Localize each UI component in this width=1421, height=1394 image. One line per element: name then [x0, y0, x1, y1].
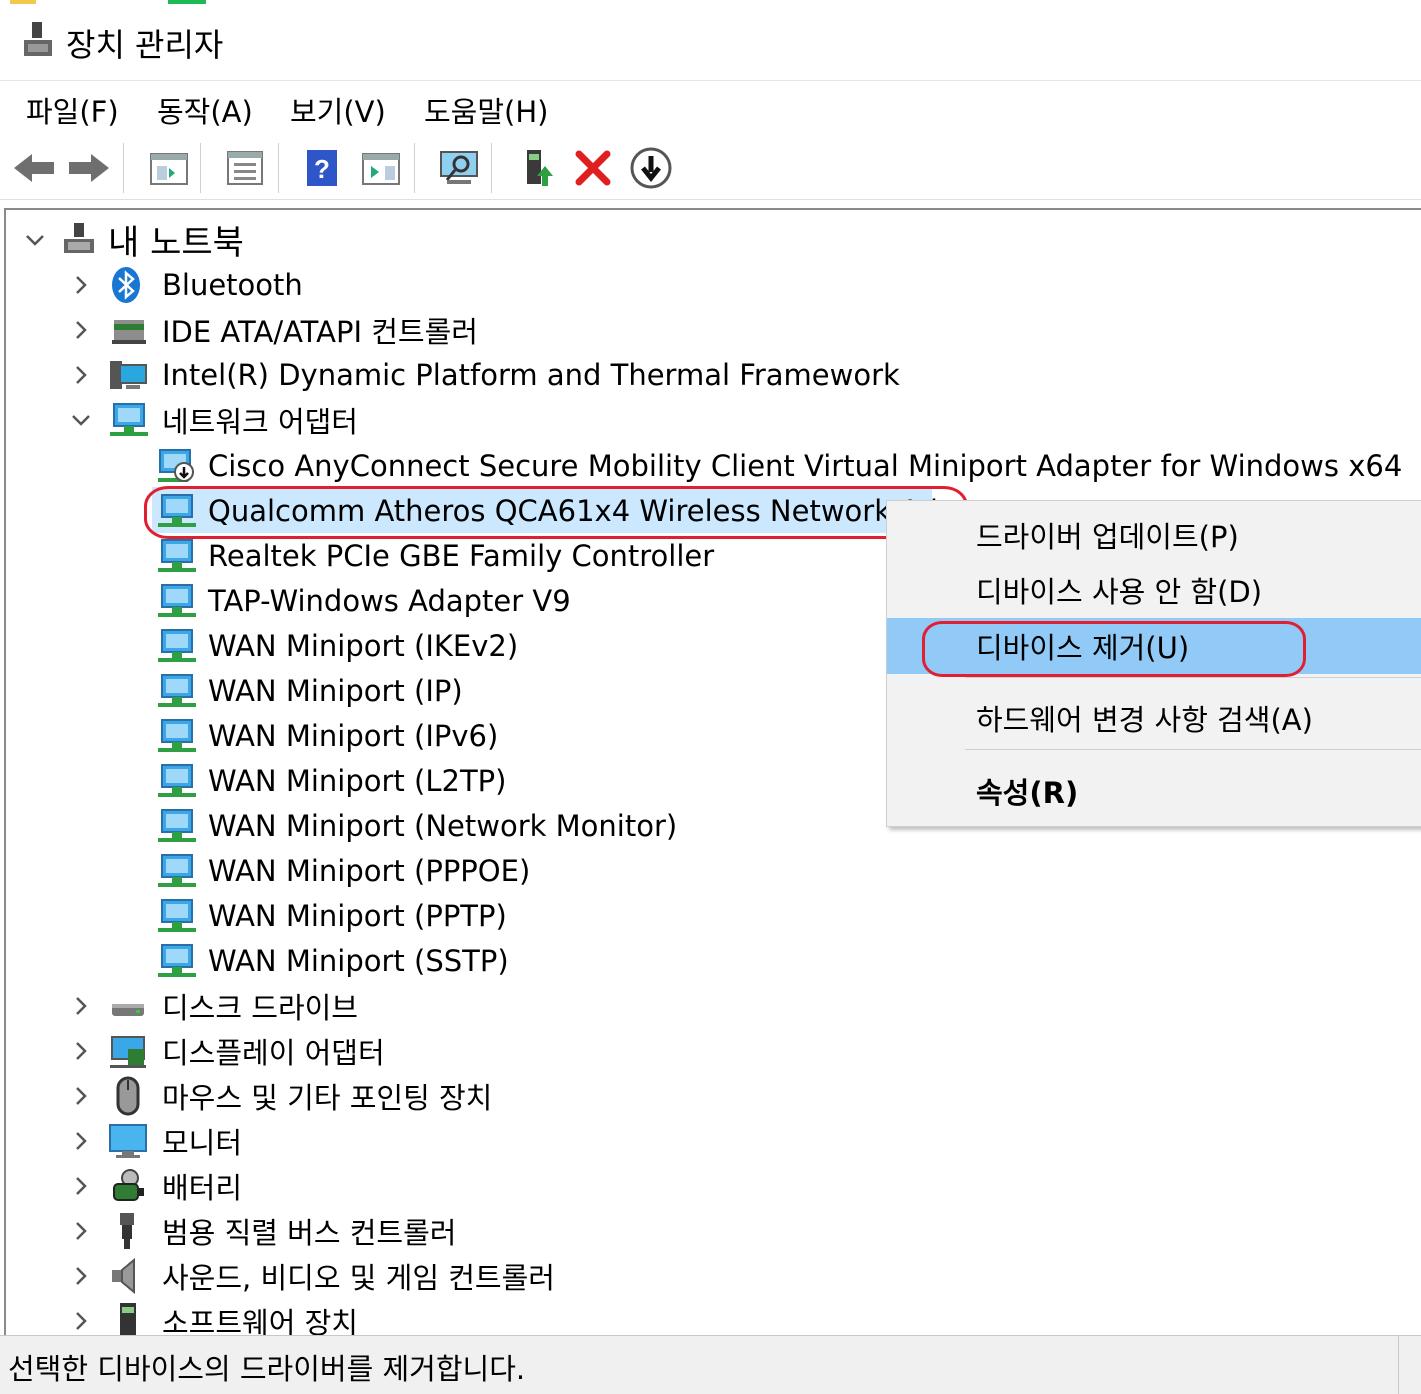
- tree-category[interactable]: 마우스 및 기타 포인팅 장치: [162, 1074, 492, 1118]
- network-icon: [158, 764, 196, 797]
- tree-category[interactable]: 모니터: [162, 1119, 242, 1163]
- tree-device[interactable]: WAN Miniport (Network Monitor): [208, 804, 677, 848]
- chevron-right-icon[interactable]: [70, 1310, 92, 1332]
- svg-text:?: ?: [314, 154, 330, 184]
- network-icon: [158, 719, 196, 752]
- toolbar-separator: [491, 143, 492, 193]
- chevron-right-icon[interactable]: [70, 1040, 92, 1062]
- intel-icon: [110, 361, 147, 389]
- network-icon: [158, 899, 196, 932]
- title-accent: [168, 0, 206, 4]
- tree-device[interactable]: Realtek PCIe GBE Family Controller: [208, 534, 714, 578]
- network-icon: [158, 584, 196, 617]
- ide-icon: [112, 320, 146, 344]
- tree-device[interactable]: WAN Miniport (IPv6): [208, 714, 498, 758]
- title-accent: [10, 0, 36, 4]
- network-icon: [158, 539, 196, 572]
- network-icon: [110, 403, 148, 436]
- toolbar-separator: [278, 143, 279, 193]
- tree-device[interactable]: WAN Miniport (SSTP): [208, 939, 509, 983]
- menu-help[interactable]: 도움말(H): [424, 89, 548, 131]
- tree-category-network[interactable]: 네트워크 어댑터: [162, 398, 358, 442]
- network-icon: [158, 674, 196, 707]
- battery-icon: [113, 1169, 144, 1201]
- chevron-down-icon[interactable]: [24, 229, 46, 251]
- menu-disable-device[interactable]: 디바이스 사용 안 함(D): [887, 562, 1421, 618]
- chevron-right-icon[interactable]: [70, 1085, 92, 1107]
- sound-icon: [112, 1257, 135, 1295]
- update-driver-icon[interactable]: [512, 145, 562, 191]
- tree-device[interactable]: TAP-Windows Adapter V9: [208, 579, 571, 623]
- device-manager-icon: [24, 22, 52, 56]
- disk-icon: [112, 1004, 144, 1016]
- menu-bar: 파일(F) 동작(A) 보기(V) 도움말(H): [0, 80, 1421, 138]
- tree-device[interactable]: WAN Miniport (PPPOE): [208, 849, 530, 893]
- disable-icon[interactable]: [626, 145, 676, 191]
- view-icon[interactable]: [356, 145, 406, 191]
- toolbar-separator: [200, 143, 201, 193]
- tree-category[interactable]: 디스플레이 어댑터: [162, 1029, 385, 1073]
- show-hide-tree-icon[interactable]: [144, 145, 194, 191]
- chevron-right-icon[interactable]: [70, 1220, 92, 1242]
- tree-device[interactable]: WAN Miniport (IP): [208, 669, 463, 713]
- properties-icon[interactable]: [220, 145, 270, 191]
- tree-category[interactable]: 디스크 드라이브: [162, 984, 358, 1028]
- tree-category[interactable]: Intel(R) Dynamic Platform and Thermal Fr…: [162, 353, 900, 397]
- chevron-right-icon[interactable]: [70, 364, 92, 386]
- tree-category[interactable]: Bluetooth: [162, 263, 303, 307]
- display-icon: [110, 1036, 146, 1068]
- title-bar: 장치 관리자: [0, 0, 1421, 80]
- network-icon: [158, 854, 196, 887]
- tree-device[interactable]: Cisco AnyConnect Secure Mobility Client …: [208, 444, 1402, 488]
- tree-category[interactable]: 범용 직렬 버스 컨트롤러: [162, 1209, 456, 1253]
- menu-update-driver[interactable]: 드라이버 업데이트(P): [887, 507, 1421, 563]
- tree-device[interactable]: WAN Miniport (L2TP): [208, 759, 506, 803]
- chevron-down-icon[interactable]: [70, 409, 92, 431]
- monitor-icon: [109, 1124, 147, 1158]
- tree-category[interactable]: 배터리: [162, 1164, 242, 1208]
- status-bar: 선택한 디바이스의 드라이버를 제거합니다.: [0, 1335, 1421, 1394]
- status-divider: [1398, 1336, 1399, 1394]
- chevron-right-icon[interactable]: [70, 274, 92, 296]
- chevron-right-icon[interactable]: [70, 1265, 92, 1287]
- tree-category[interactable]: 사운드, 비디오 및 게임 컨트롤러: [162, 1254, 555, 1298]
- network-icon: [158, 809, 196, 842]
- menu-properties[interactable]: 속성(R): [887, 763, 1421, 819]
- tree-device[interactable]: WAN Miniport (PPTP): [208, 894, 507, 938]
- chevron-right-icon[interactable]: [70, 995, 92, 1017]
- help-icon[interactable]: ?: [297, 145, 347, 191]
- tree-category[interactable]: IDE ATA/ATAPI 컨트롤러: [162, 308, 478, 352]
- scan-hardware-icon[interactable]: [434, 145, 484, 191]
- menu-separator: [965, 749, 1421, 750]
- toolbar-separator: [123, 143, 124, 193]
- annotation-oval: [144, 486, 968, 539]
- toolbar-separator: [414, 143, 415, 193]
- uninstall-icon[interactable]: [568, 145, 618, 191]
- usb-icon: [120, 1213, 134, 1249]
- network-cisco-icon: [158, 449, 194, 482]
- back-icon[interactable]: [9, 145, 59, 191]
- menu-view[interactable]: 보기(V): [290, 89, 386, 131]
- chevron-right-icon[interactable]: [70, 1130, 92, 1152]
- forward-icon[interactable]: [64, 145, 114, 191]
- tree-device[interactable]: WAN Miniport (IKEv2): [208, 624, 518, 668]
- network-icon: [158, 944, 196, 977]
- menu-scan-hardware[interactable]: 하드웨어 변경 사항 검색(A): [887, 690, 1421, 746]
- computer-icon: [64, 223, 94, 253]
- chevron-right-icon[interactable]: [70, 1175, 92, 1197]
- mouse-icon: [116, 1076, 140, 1116]
- bluetooth-icon: [112, 267, 140, 303]
- status-text: 선택한 디바이스의 드라이버를 제거합니다.: [8, 1352, 526, 1386]
- menu-file[interactable]: 파일(F): [26, 89, 119, 131]
- tree-root-label[interactable]: 내 노트북: [108, 217, 244, 263]
- annotation-oval: [922, 621, 1306, 677]
- network-icon: [158, 629, 196, 662]
- toolbar: ?: [0, 137, 1421, 200]
- menu-action[interactable]: 동작(A): [157, 89, 253, 131]
- window-title: 장치 관리자: [66, 26, 224, 64]
- menu-separator: [965, 677, 1421, 678]
- chevron-right-icon[interactable]: [70, 319, 92, 341]
